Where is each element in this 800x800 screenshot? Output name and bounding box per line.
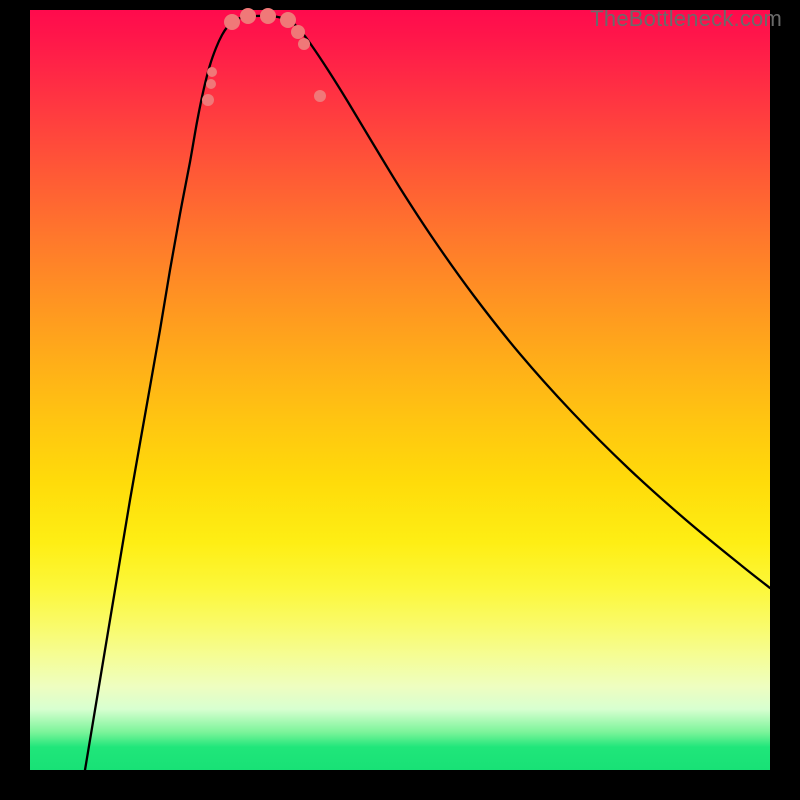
highlight-dots — [202, 8, 326, 106]
curve-left-branch — [85, 20, 234, 770]
curve-right-branch — [290, 20, 770, 588]
highlight-dot — [207, 67, 217, 77]
highlight-dot — [291, 25, 305, 39]
highlight-dot — [280, 12, 296, 28]
highlight-dot — [240, 8, 256, 24]
highlight-dot — [298, 38, 310, 50]
highlight-dot — [206, 79, 216, 89]
highlight-dot — [202, 94, 214, 106]
highlight-dot — [260, 8, 276, 24]
curve-layer — [30, 10, 770, 770]
highlight-dot — [314, 90, 326, 102]
highlight-dot — [224, 14, 240, 30]
